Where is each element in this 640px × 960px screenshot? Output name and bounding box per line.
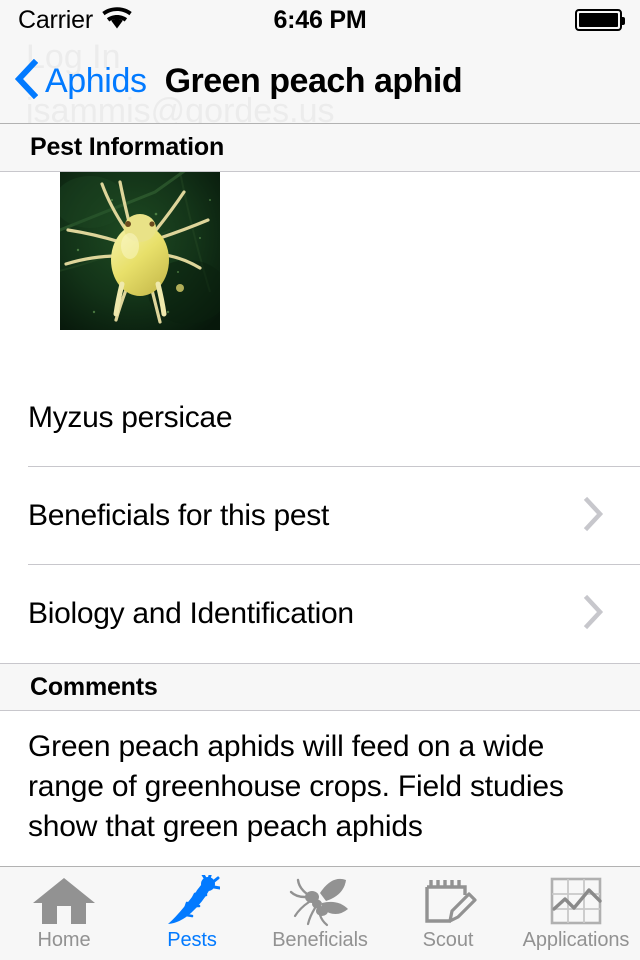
section-header-label: Comments	[30, 672, 158, 701]
line-chart-icon	[549, 875, 603, 927]
tab-beneficials[interactable]: Beneficials	[256, 867, 384, 960]
biology-and-identification-label: Biology and Identification	[28, 597, 354, 630]
comments-text: Green peach aphids will feed on a wide r…	[28, 730, 564, 843]
tab-label: Applications	[522, 929, 630, 951]
tab-label: Home	[37, 929, 91, 951]
app-root: Carrier 6:46 PM Log In jsammis@gordes.us	[0, 0, 640, 960]
status-bar: Carrier 6:46 PM	[0, 0, 640, 40]
back-button[interactable]: Aphids	[14, 58, 147, 104]
section-header-pest-information: Pest Information	[0, 124, 640, 172]
green-peach-aphid-photo	[60, 172, 220, 330]
chevron-left-icon	[14, 58, 39, 104]
tab-label: Pests	[167, 929, 217, 951]
scroll-content[interactable]: Pest Information Myzus persicae Benefici…	[0, 124, 640, 866]
section-header-comments: Comments	[0, 663, 640, 711]
status-bar-left: Carrier	[18, 6, 132, 35]
beneficials-for-this-pest-label: Beneficials for this pest	[28, 499, 329, 532]
caterpillar-icon	[164, 875, 220, 927]
pest-scientific-name: Myzus persicae	[28, 401, 233, 434]
battery-full-icon	[575, 9, 625, 31]
pest-photo-row	[0, 172, 640, 369]
notepad-pencil-icon	[419, 875, 477, 927]
beneficials-for-this-pest-row[interactable]: Beneficials for this pest	[0, 467, 640, 565]
tab-bar: Home Pests Beneficials Scout Application…	[0, 866, 640, 960]
tab-home[interactable]: Home	[0, 867, 128, 960]
status-bar-right	[575, 9, 625, 31]
wasp-icon	[286, 875, 354, 927]
chevron-right-icon	[582, 496, 604, 537]
tab-scout[interactable]: Scout	[384, 867, 512, 960]
tab-pests[interactable]: Pests	[128, 867, 256, 960]
section-header-label: Pest Information	[30, 133, 225, 161]
navigation-bar: Log In jsammis@gordes.us Aphids Green pe…	[0, 40, 640, 124]
biology-and-identification-row[interactable]: Biology and Identification	[0, 565, 640, 663]
page-title: Green peach aphid	[164, 62, 463, 100]
chevron-right-icon	[582, 594, 604, 635]
tab-label: Scout	[422, 929, 474, 951]
back-button-label: Aphids	[45, 62, 147, 100]
wifi-icon	[102, 6, 132, 34]
carrier-label: Carrier	[18, 5, 93, 34]
house-icon	[31, 875, 97, 927]
comments-body: Green peach aphids will feed on a wide r…	[0, 711, 640, 847]
tab-applications[interactable]: Applications	[512, 867, 640, 960]
tab-label: Beneficials	[272, 929, 368, 951]
pest-scientific-name-row: Myzus persicae	[0, 369, 640, 467]
